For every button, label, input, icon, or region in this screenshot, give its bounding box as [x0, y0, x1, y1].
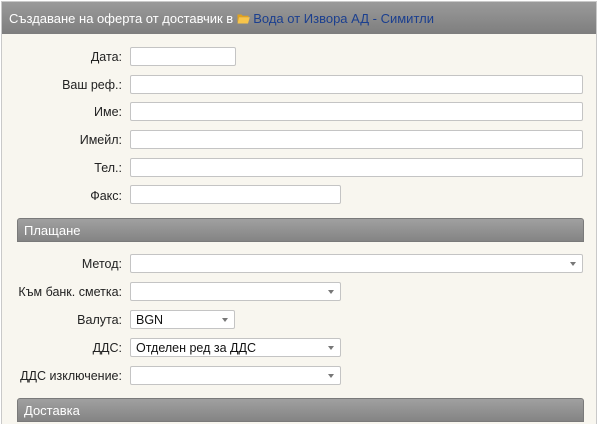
vat-value: Отделен ред за ДДС	[136, 340, 256, 355]
vat-exception-select[interactable]	[130, 366, 341, 385]
payment-method-select[interactable]	[130, 254, 583, 273]
your-ref-field[interactable]	[130, 75, 583, 94]
date-field[interactable]	[130, 47, 236, 66]
delivery-section-header: Доставка	[17, 398, 584, 422]
phone-label: Тел.:	[94, 161, 122, 175]
vat-label: ДДС:	[92, 341, 122, 355]
supplier-offer-form-panel: Създаване на оферта от доставчик в Вода …	[1, 1, 597, 424]
email-label: Имейл:	[79, 133, 122, 147]
bank-account-label: Към банк. сметка:	[18, 285, 122, 299]
name-field[interactable]	[130, 102, 583, 121]
phone-field[interactable]	[130, 158, 583, 177]
folder-link-label: Вода от Извора АД - Симитли	[253, 10, 434, 26]
folder-open-icon	[237, 14, 251, 23]
chevron-down-icon	[328, 374, 334, 378]
name-label: Име:	[93, 105, 122, 119]
chevron-down-icon	[328, 290, 334, 294]
vat-select[interactable]: Отделен ред за ДДС	[130, 338, 341, 357]
currency-select[interactable]: BGN	[130, 310, 235, 329]
panel-header: Създаване на оферта от доставчик в Вода …	[2, 2, 596, 34]
fax-field[interactable]	[130, 185, 341, 204]
bank-account-select[interactable]	[130, 282, 341, 301]
your-ref-label: Ваш реф.:	[62, 78, 122, 92]
folder-link[interactable]: Вода от Извора АД - Симитли	[237, 11, 434, 26]
page-title: Създаване на оферта от доставчик в	[9, 10, 234, 26]
chevron-down-icon	[328, 346, 334, 350]
chevron-down-icon	[222, 318, 228, 322]
date-label: Дата:	[90, 50, 122, 64]
fax-label: Факс:	[90, 189, 122, 203]
currency-label: Валута:	[77, 313, 122, 327]
vat-exception-label: ДДС изключение:	[20, 369, 122, 383]
chevron-down-icon	[570, 262, 576, 266]
email-field[interactable]	[130, 130, 583, 149]
currency-value: BGN	[136, 312, 164, 327]
payment-method-label: Метод:	[81, 257, 122, 271]
payment-section-header: Плащане	[17, 218, 584, 242]
